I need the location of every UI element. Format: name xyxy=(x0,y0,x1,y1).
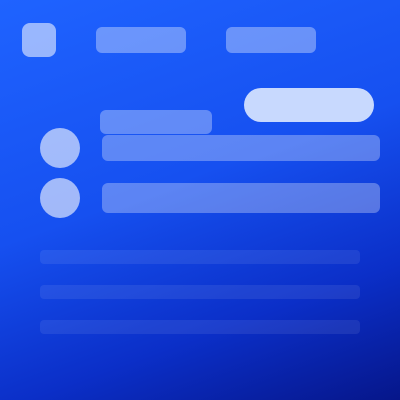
nav-item-2[interactable] xyxy=(226,27,316,53)
list-item-text xyxy=(102,183,380,213)
circle-icon xyxy=(40,178,80,218)
list-item[interactable] xyxy=(40,128,380,168)
divider xyxy=(40,250,360,264)
list-item-text xyxy=(102,135,380,161)
divider xyxy=(40,285,360,299)
app-logo-icon[interactable] xyxy=(22,23,56,57)
primary-button[interactable] xyxy=(244,88,374,122)
nav-item-1[interactable] xyxy=(96,27,186,53)
circle-icon xyxy=(40,128,80,168)
list-item[interactable] xyxy=(40,178,380,218)
divider xyxy=(40,320,360,334)
top-bar xyxy=(0,0,400,80)
